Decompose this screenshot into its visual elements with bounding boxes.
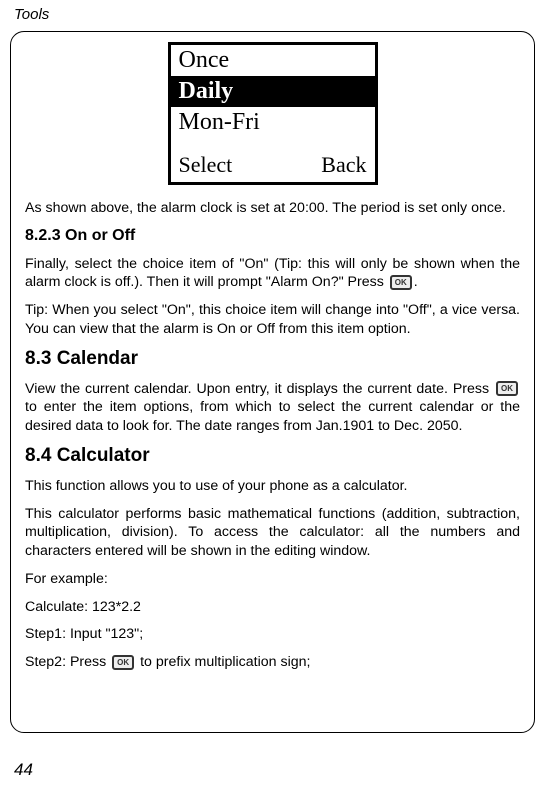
page-header: Tools [0,0,545,31]
ok-button-icon: OK [390,275,412,290]
para-calendar: View the current calendar. Upon entry, i… [25,380,520,436]
ok-button-icon: OK [496,381,518,396]
para-calc-2: This calculator performs basic mathemati… [25,505,520,561]
para-calc-step2-text-b: to prefix multiplication sign; [136,654,310,670]
heading-on-or-off: 8.2.3 On or Off [25,227,520,245]
para-calc-example: For example: [25,570,520,589]
para-calendar-text-a: View the current calendar. Upon entry, i… [25,381,494,397]
screen-option-daily: Daily [171,76,375,107]
para-calc-calculate: Calculate: 123*2.2 [25,598,520,617]
phone-screen-figure: Once Daily Mon-Fri Select Back [25,42,520,185]
para-onoff-1-text-b: . [414,274,418,290]
heading-calendar: 8.3 Calendar [25,348,520,370]
para-onoff-1: Finally, select the choice item of "On" … [25,255,520,292]
page-number: 44 [14,760,33,780]
page-frame: Once Daily Mon-Fri Select Back As shown … [10,31,535,733]
para-calc-step2-text-a: Step2: Press [25,654,110,670]
ok-button-icon: OK [112,655,134,670]
caption-para: As shown above, the alarm clock is set a… [25,199,520,218]
para-calc-step1: Step1: Input "123"; [25,625,520,644]
para-onoff-1-text-a: Finally, select the choice item of "On" … [25,256,520,291]
screen-option-monfri: Mon-Fri [171,107,375,138]
para-calendar-text-b: to enter the item options, from which to… [25,399,520,434]
heading-calculator: 8.4 Calculator [25,445,520,467]
para-calc-1: This function allows you to use of your … [25,477,520,496]
softkey-select: Select [179,152,233,178]
softkey-back: Back [321,152,366,178]
phone-screen: Once Daily Mon-Fri Select Back [168,42,378,185]
para-onoff-tip: Tip: When you select "On", this choice i… [25,301,520,338]
screen-option-once: Once [171,45,375,76]
screen-blank-row [171,138,375,150]
para-calc-step2: Step2: Press OK to prefix multiplication… [25,653,520,672]
